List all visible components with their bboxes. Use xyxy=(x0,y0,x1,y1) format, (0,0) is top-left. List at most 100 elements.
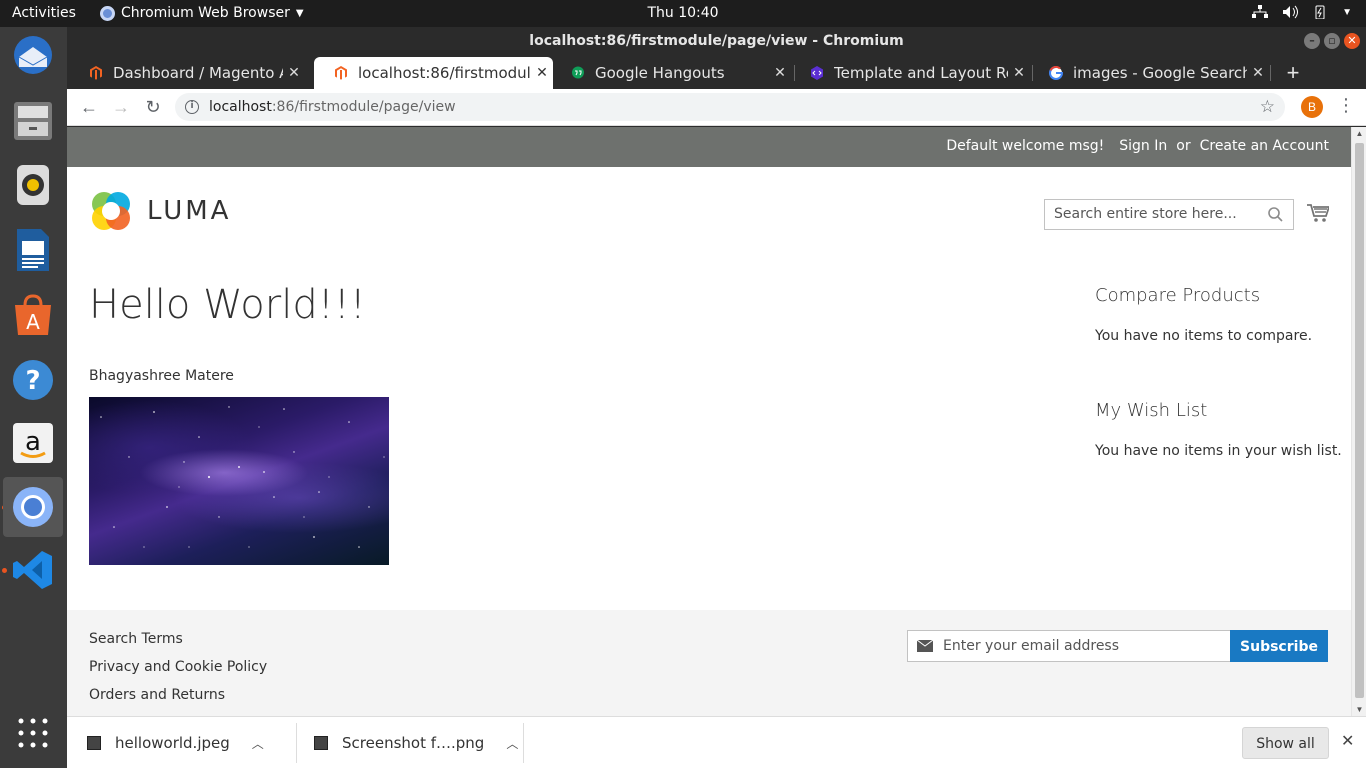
clock[interactable]: Thu 10:40 xyxy=(0,5,1366,21)
download-shelf: helloworld.jpeg ︿ Screenshot f….png ︿ Sh… xyxy=(67,716,1366,768)
maximize-button[interactable]: ▫ xyxy=(1324,33,1340,49)
download-item[interactable]: helloworld.jpeg ︿ xyxy=(87,717,264,768)
download-filename: helloworld.jpeg xyxy=(115,734,230,752)
compare-products-title: Compare Products xyxy=(1095,285,1261,306)
battery-icon xyxy=(1315,5,1325,19)
tab-strip: Dashboard / Magento Adm ✕ localhost:86/f… xyxy=(67,55,1366,89)
running-indicator xyxy=(2,568,7,573)
compare-products-block: Compare Products You have no items to co… xyxy=(1095,285,1312,344)
welcome-message: Default welcome msg! xyxy=(946,138,1105,154)
thunderbird-icon[interactable] xyxy=(10,32,56,78)
scrollbar-thumb[interactable] xyxy=(1355,143,1364,698)
hangouts-icon xyxy=(572,66,584,79)
newsletter-placeholder: Enter your email address xyxy=(943,638,1120,654)
page-viewport: Default welcome msg! Sign In or Create a… xyxy=(67,127,1351,716)
panel-header: Default welcome msg! Sign In or Create a… xyxy=(67,127,1351,167)
tab-title: Google Hangouts xyxy=(595,64,725,82)
menu-icon[interactable]: ⋮ xyxy=(1337,95,1355,116)
window-title: localhost:86/firstmodule/page/view - Chr… xyxy=(529,33,904,49)
luma-logo-icon xyxy=(92,192,130,230)
close-tab-icon[interactable]: ✕ xyxy=(283,65,305,81)
google-icon xyxy=(1049,66,1063,80)
svg-text:?: ? xyxy=(25,366,40,396)
search-icon[interactable] xyxy=(1268,207,1283,222)
scroll-down-arrow[interactable]: ▼ xyxy=(1352,705,1366,714)
close-icon[interactable]: ✕ xyxy=(1341,731,1354,750)
envelope-icon xyxy=(917,640,933,652)
tab-google-images[interactable]: images - Google Search ✕ xyxy=(1029,57,1269,89)
close-tab-icon[interactable]: ✕ xyxy=(531,65,553,81)
close-tab-icon[interactable]: ✕ xyxy=(1247,65,1269,81)
tab-title: images - Google Search xyxy=(1073,64,1247,82)
info-icon[interactable]: i xyxy=(185,100,199,114)
minimize-button[interactable]: – xyxy=(1304,33,1320,49)
file-icon xyxy=(314,736,328,750)
tab-magento-dashboard[interactable]: Dashboard / Magento Adm ✕ xyxy=(69,57,305,89)
amazon-icon[interactable]: a xyxy=(10,420,56,466)
forward-button[interactable]: → xyxy=(109,95,133,119)
compare-products-text: You have no items to compare. xyxy=(1095,328,1313,344)
system-top-bar: Activities Chromium Web Browser ▼ Thu 10… xyxy=(0,0,1366,27)
galaxy-image xyxy=(89,397,389,565)
libreoffice-writer-icon[interactable] xyxy=(10,227,56,273)
tab-template-layout[interactable]: Template and Layout Rend ✕ xyxy=(790,57,1030,89)
tab-title: Template and Layout Rend xyxy=(834,64,1008,82)
page-scrollbar[interactable]: ▲ ▼ xyxy=(1351,127,1366,716)
svg-text:A: A xyxy=(26,310,40,334)
close-window-button[interactable]: ✕ xyxy=(1344,33,1360,49)
dock: A ? a xyxy=(0,27,67,768)
download-filename: Screenshot f….png xyxy=(342,734,485,752)
close-tab-icon[interactable]: ✕ xyxy=(769,65,791,81)
template-icon xyxy=(811,66,823,80)
footer-link-privacy[interactable]: Privacy and Cookie Policy xyxy=(89,659,267,675)
create-account-link[interactable]: Create an Account xyxy=(1200,138,1329,154)
back-button[interactable]: ← xyxy=(77,95,101,119)
profile-avatar[interactable]: B xyxy=(1301,96,1323,118)
download-item[interactable]: Screenshot f….png ︿ xyxy=(314,717,518,768)
bookmark-star-icon[interactable]: ☆ xyxy=(1260,93,1275,121)
ubuntu-software-icon[interactable]: A xyxy=(10,292,56,338)
magento-icon xyxy=(90,66,102,80)
newsletter-email-input[interactable]: Enter your email address xyxy=(907,630,1231,662)
wishlist-block: My Wish List You have no items in your w… xyxy=(1095,400,1342,459)
footer-link-search-terms[interactable]: Search Terms xyxy=(89,631,183,647)
vscode-icon[interactable] xyxy=(10,547,56,593)
chevron-up-icon[interactable]: ︿ xyxy=(506,735,518,752)
files-icon[interactable] xyxy=(10,97,56,143)
tab-active-page[interactable]: localhost:86/firstmodule/page/view ✕ xyxy=(314,57,553,89)
window-title-bar[interactable]: localhost:86/firstmodule/page/view - Chr… xyxy=(67,27,1366,55)
logo-text: LUMA xyxy=(147,196,232,226)
network-icon xyxy=(1252,5,1269,18)
reload-button[interactable]: ↻ xyxy=(141,95,165,119)
page-footer: Search Terms Privacy and Cookie Policy O… xyxy=(67,610,1351,716)
show-all-button[interactable]: Show all xyxy=(1242,727,1329,759)
address-bar[interactable]: i localhost:86/firstmodule/page/view ☆ xyxy=(175,93,1285,121)
url-path: :86/firstmodule/page/view xyxy=(271,99,456,115)
close-tab-icon[interactable]: ✕ xyxy=(1008,65,1030,81)
tab-separator xyxy=(1270,65,1271,81)
help-icon[interactable]: ? xyxy=(10,357,56,403)
rhythmbox-icon[interactable] xyxy=(10,162,56,208)
or-text: or xyxy=(1176,138,1191,154)
scroll-up-arrow[interactable]: ▲ xyxy=(1352,129,1366,138)
search-input[interactable]: Search entire store here... xyxy=(1044,199,1294,230)
shelf-separator xyxy=(296,723,297,763)
show-applications-icon[interactable] xyxy=(10,710,56,756)
magento-icon xyxy=(335,66,347,80)
cart-icon[interactable] xyxy=(1307,203,1329,223)
url-host: localhost xyxy=(209,99,272,115)
tab-google-hangouts[interactable]: Google Hangouts ✕ xyxy=(551,57,791,89)
system-tray[interactable]: ▼ xyxy=(1252,5,1352,19)
chromium-dock-icon[interactable] xyxy=(3,477,63,537)
wishlist-title: My Wish List xyxy=(1095,400,1208,421)
luma-logo[interactable]: LUMA xyxy=(89,189,231,233)
tab-title: Dashboard / Magento Adm xyxy=(113,64,283,82)
subscribe-button[interactable]: Subscribe xyxy=(1230,630,1328,662)
new-tab-button[interactable]: + xyxy=(1282,60,1304,86)
wishlist-text: You have no items in your wish list. xyxy=(1095,443,1342,459)
sign-in-link[interactable]: Sign In xyxy=(1119,138,1167,154)
svg-text:a: a xyxy=(25,427,41,457)
footer-link-orders-returns[interactable]: Orders and Returns xyxy=(89,687,225,703)
chevron-up-icon[interactable]: ︿ xyxy=(252,735,264,752)
tab-title: localhost:86/firstmodule/page/view xyxy=(358,64,531,82)
